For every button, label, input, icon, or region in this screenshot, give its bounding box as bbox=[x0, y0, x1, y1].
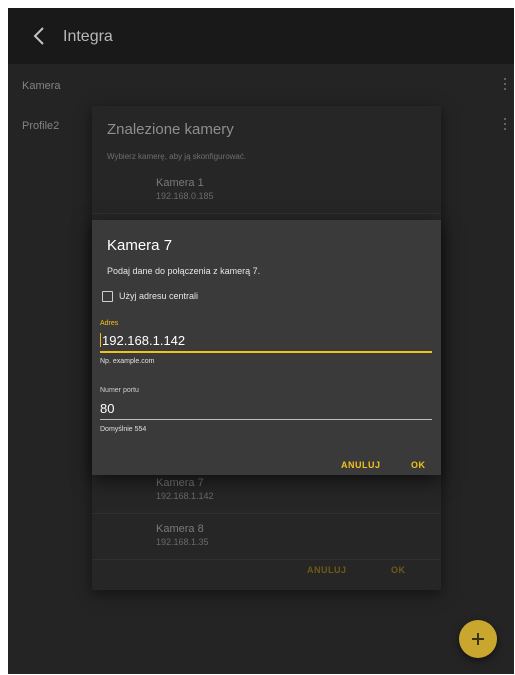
port-input[interactable]: 80 bbox=[100, 401, 114, 416]
dialog-subtitle: Wybierz kamerę, aby ją skonfigurować. bbox=[107, 152, 247, 161]
address-field-label: Adres bbox=[100, 320, 119, 327]
address-input[interactable]: 192.168.1.142 bbox=[100, 333, 185, 348]
camera-config-dialog: Kamera 7 Podaj dane do połączenia z kame… bbox=[92, 220, 441, 475]
dialog-actions: ANULUJ OK bbox=[307, 565, 427, 579]
dialog-title: Kamera 7 bbox=[107, 237, 173, 254]
cancel-button[interactable]: ANULUJ bbox=[341, 460, 381, 470]
camera-ip: 192.168.0.185 bbox=[156, 191, 214, 201]
dialog-message: Podaj dane do połączenia z kamerą 7. bbox=[107, 266, 261, 276]
camera-list-item[interactable]: Kamera 7 192.168.1.142 bbox=[92, 469, 441, 514]
camera-ip: 192.168.1.35 bbox=[156, 537, 209, 547]
port-helper-text: Domyślnie 554 bbox=[100, 426, 147, 433]
checkbox-label: Użyj adresu centrali bbox=[119, 291, 199, 301]
add-fab-button[interactable] bbox=[459, 620, 497, 658]
address-helper-text: Np. example.com bbox=[100, 358, 155, 365]
use-panel-address-checkbox[interactable] bbox=[102, 291, 113, 302]
dialog-title: Znalezione kamery bbox=[107, 121, 234, 138]
camera-ip: 192.168.1.142 bbox=[156, 491, 214, 501]
plus-icon bbox=[472, 633, 484, 645]
camera-list-item[interactable]: Kamera 1 192.168.0.185 bbox=[92, 169, 441, 214]
camera-list-item[interactable]: Kamera 8 192.168.1.35 bbox=[92, 515, 441, 560]
port-underline bbox=[100, 419, 432, 420]
address-value: 192.168.1.142 bbox=[102, 333, 186, 348]
app-screen: Integra Kamera Profile2 Znalezione kamer… bbox=[8, 8, 514, 674]
port-field-label: Numer portu bbox=[100, 387, 139, 394]
camera-name: Kamera 7 bbox=[156, 477, 204, 489]
ok-button[interactable]: OK bbox=[391, 565, 406, 575]
camera-name: Kamera 8 bbox=[156, 523, 204, 535]
cancel-button[interactable]: ANULUJ bbox=[307, 565, 347, 575]
dialog-actions: ANULUJ OK bbox=[92, 460, 441, 474]
text-caret bbox=[100, 333, 101, 347]
address-underline bbox=[100, 351, 432, 353]
camera-name: Kamera 1 bbox=[156, 177, 204, 189]
ok-button[interactable]: OK bbox=[411, 460, 426, 470]
